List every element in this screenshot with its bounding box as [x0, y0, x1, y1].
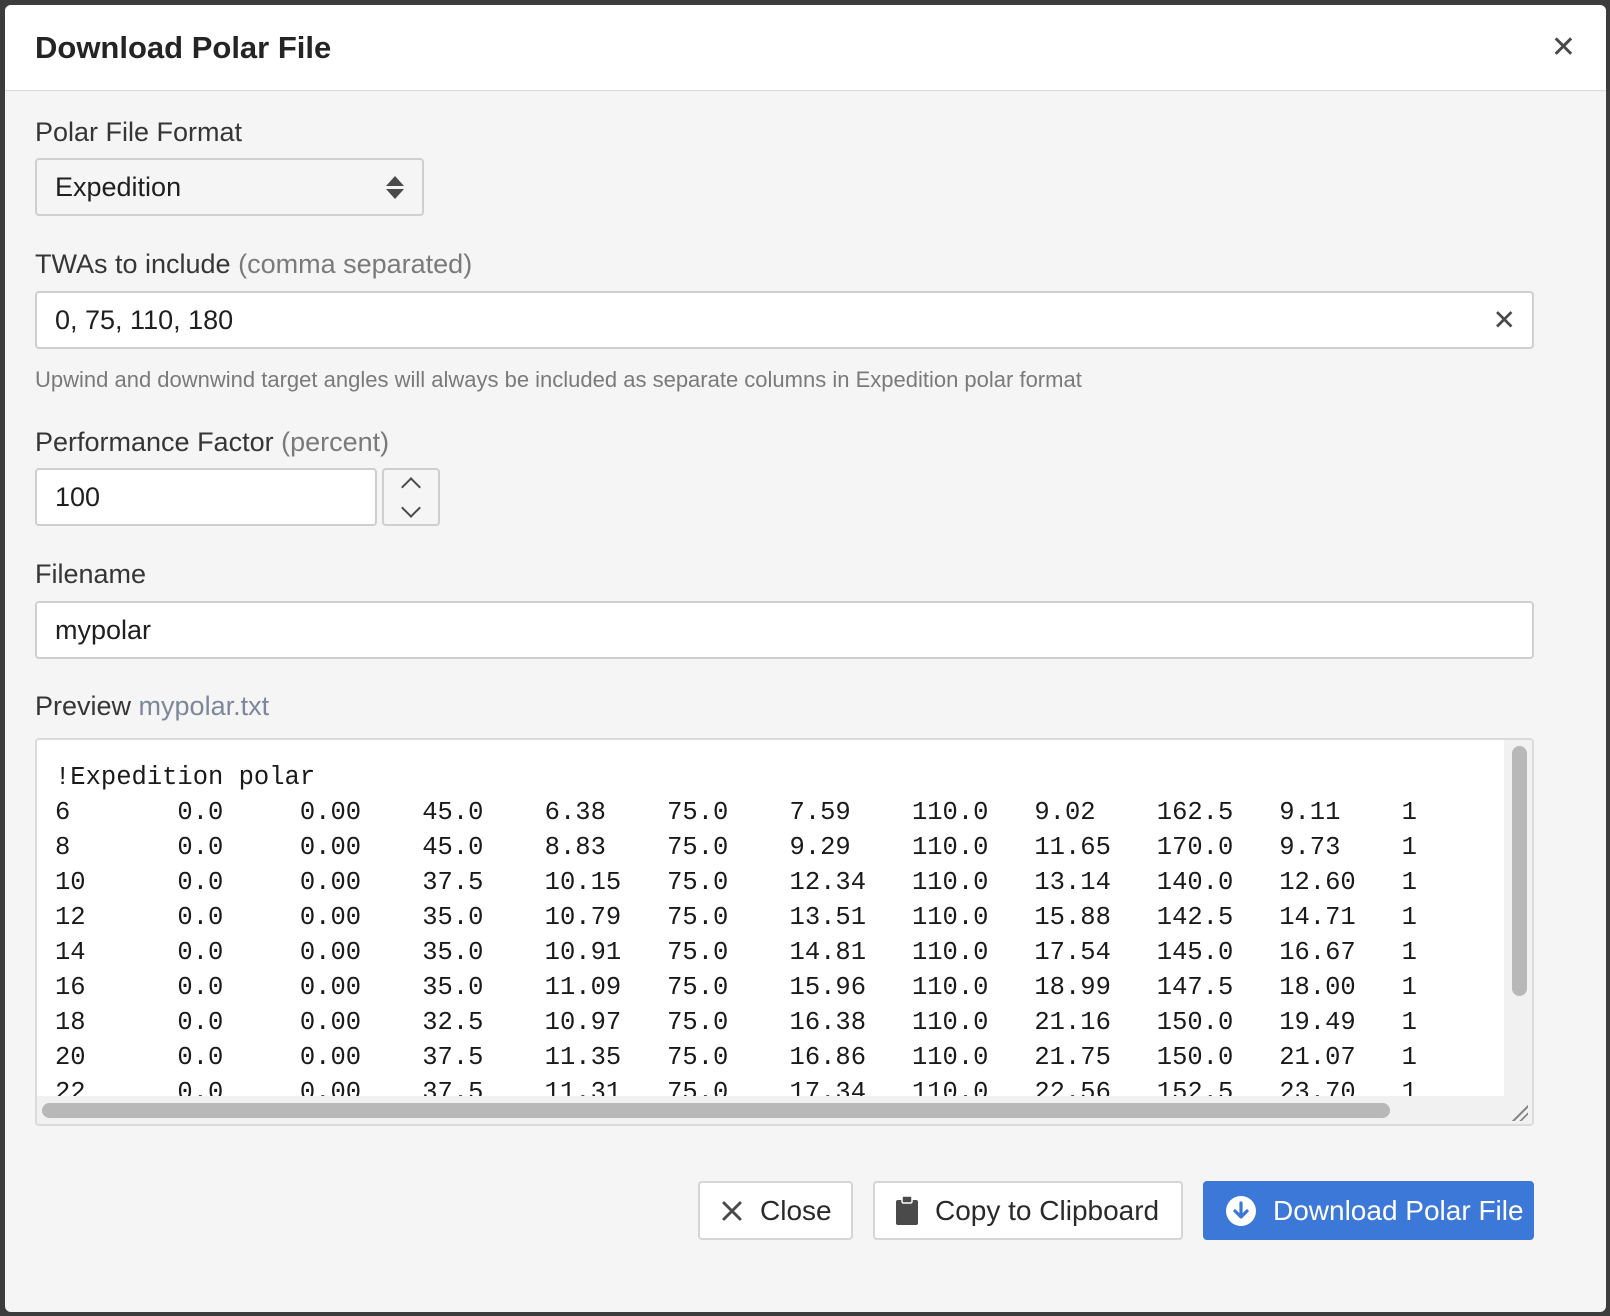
preview-filename: mypolar.txt [138, 691, 270, 721]
download-circle-icon [1225, 1195, 1257, 1227]
filename-input[interactable]: mypolar [35, 601, 1534, 659]
performance-stepper [382, 468, 440, 526]
copy-button-label: Copy to Clipboard [935, 1194, 1160, 1226]
performance-hint: (percent) [281, 427, 390, 457]
vertical-scroll-thumb[interactable] [1512, 746, 1527, 996]
dialog-header: Download Polar File ✕ [5, 5, 1606, 91]
horizontal-scroll-thumb[interactable] [42, 1103, 1390, 1118]
twas-label-text: TWAs to include [35, 249, 231, 279]
chevron-up-icon [401, 476, 421, 497]
download-polar-dialog: Download Polar File ✕ Polar File Format … [5, 5, 1606, 1312]
format-label: Polar File Format [35, 117, 242, 148]
preview-textarea[interactable]: !Expedition polar 6 0.0 0.00 45.0 6.38 7… [35, 738, 1534, 1126]
format-select-value: Expedition [55, 171, 182, 202]
resize-handle-icon[interactable] [1512, 1105, 1528, 1121]
copy-clipboard-button[interactable]: Copy to Clipboard [873, 1181, 1183, 1240]
performance-label-text: Performance Factor [35, 427, 274, 457]
format-select[interactable]: Expedition [35, 158, 424, 216]
performance-label: Performance Factor (percent) [35, 427, 389, 458]
decrement-button[interactable] [384, 497, 438, 524]
twas-label: TWAs to include (comma separated) [35, 249, 472, 280]
preview-content: !Expedition polar 6 0.0 0.00 45.0 6.38 7… [55, 763, 1417, 1107]
twas-input-value: 0, 75, 110, 180 [55, 304, 234, 335]
download-button-label: Download Polar File [1273, 1194, 1524, 1226]
clipboard-icon [895, 1195, 919, 1226]
performance-input[interactable]: 100 [35, 468, 377, 526]
select-arrows-icon [386, 175, 404, 199]
close-button-label: Close [760, 1194, 832, 1226]
preview-label: Preview mypolar.txt [35, 691, 269, 722]
horizontal-scrollbar[interactable] [37, 1096, 1532, 1124]
twas-hint: (comma separated) [238, 249, 473, 279]
chevron-down-icon [401, 497, 421, 518]
close-button[interactable]: Close [698, 1181, 853, 1240]
close-icon [720, 1199, 744, 1223]
twas-input[interactable]: 0, 75, 110, 180 ✕ [35, 291, 1534, 349]
download-polar-button[interactable]: Download Polar File [1203, 1181, 1534, 1240]
filename-label-text: Filename [35, 559, 147, 589]
increment-button[interactable] [384, 470, 438, 497]
twas-help-text: Upwind and downwind target angles will a… [35, 367, 1082, 392]
vertical-scrollbar[interactable] [1504, 740, 1532, 1124]
performance-input-value: 100 [55, 481, 101, 512]
filename-input-value: mypolar [55, 614, 152, 645]
clear-twas-icon[interactable]: ✕ [1493, 304, 1516, 337]
dialog-close-icon[interactable]: ✕ [1551, 32, 1576, 63]
preview-label-text: Preview [35, 691, 132, 721]
filename-label: Filename [35, 559, 146, 590]
dialog-title: Download Polar File [35, 29, 332, 65]
format-label-text: Polar File Format [35, 117, 243, 147]
